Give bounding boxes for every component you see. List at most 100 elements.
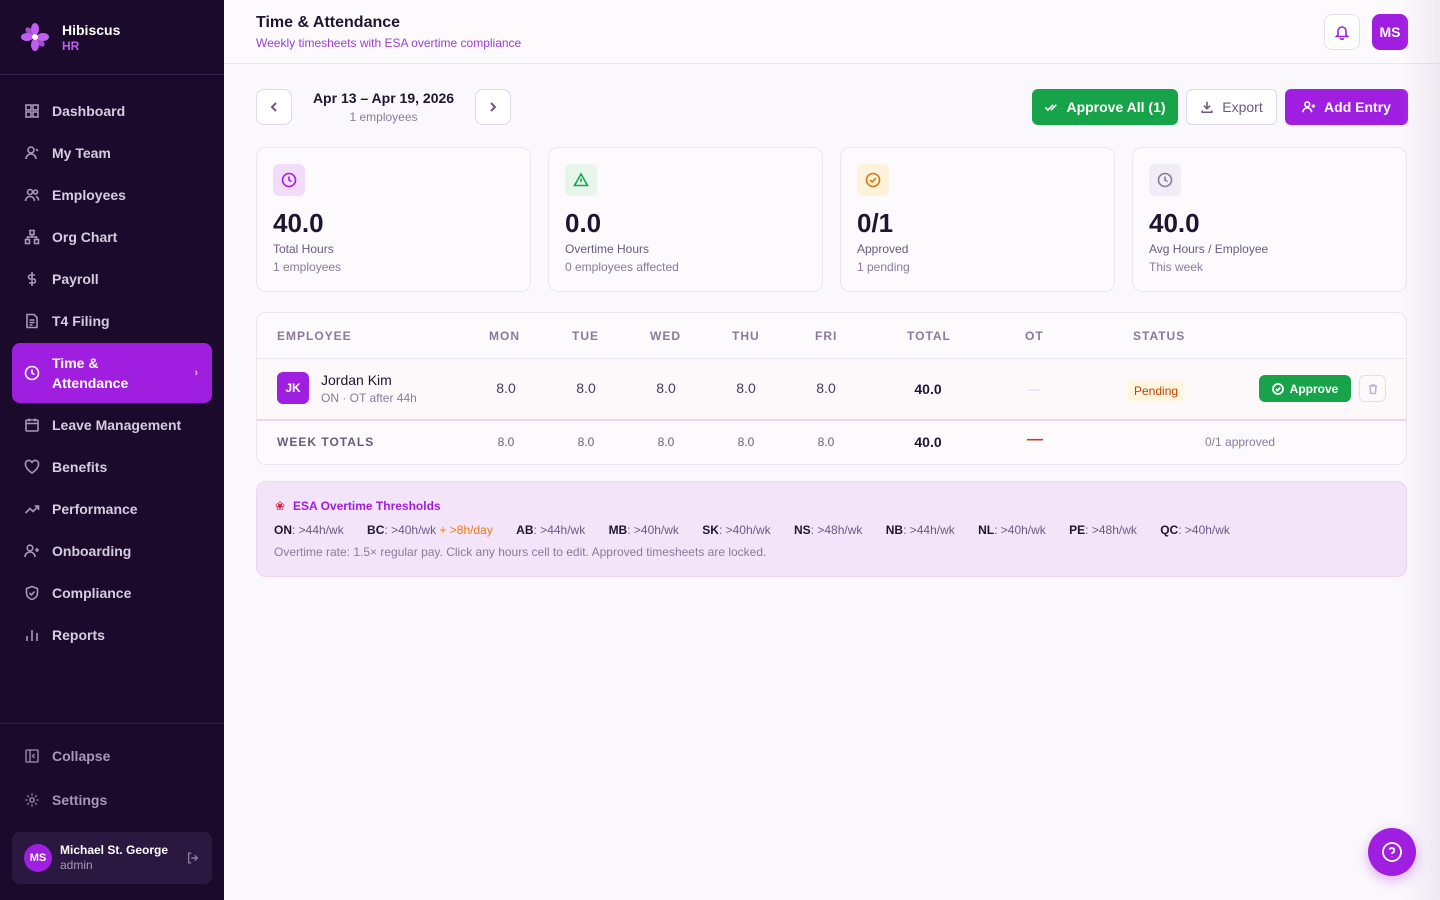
week-range: Apr 13 – Apr 19, 2026 (312, 90, 455, 106)
sidebar-item-dashboard[interactable]: Dashboard (12, 90, 212, 132)
sidebar-item-label: Compliance (52, 585, 132, 601)
sidebar-item-reports[interactable]: Reports (12, 614, 212, 656)
column-header: MON (489, 329, 520, 343)
status-badge: Pending (1128, 381, 1185, 401)
column-header: FRI (815, 329, 838, 343)
check-circle-icon (1271, 382, 1284, 395)
hours-cell-mon[interactable]: 8.0 (476, 380, 536, 396)
employee-name[interactable]: Jordan Kim (321, 372, 392, 388)
row-total: 40.0 (914, 381, 942, 397)
avatar[interactable]: MS (1372, 14, 1408, 50)
trending-icon (24, 505, 40, 514)
help-button[interactable] (1368, 828, 1416, 876)
approve-label: Approve (1289, 381, 1339, 396)
column-header: WED (650, 329, 681, 343)
sidebar-item-payroll[interactable]: Payroll (12, 258, 212, 300)
brand[interactable]: Hibiscus HR (0, 0, 224, 75)
brand-name: Hibiscus (62, 21, 121, 38)
bar-chart-icon (26, 630, 38, 641)
export-button[interactable]: Export (1186, 89, 1277, 125)
province-code: ON (274, 523, 292, 537)
logout-icon[interactable] (186, 851, 200, 865)
prev-week-button[interactable] (256, 89, 292, 125)
employee-province: ON · OT after 44h (321, 391, 417, 405)
approved-count: 0/1 approved (1205, 435, 1276, 449)
maple-leaf-icon: ❀ (275, 499, 286, 513)
total-thu: 8.0 (737, 435, 755, 449)
stat-icon-box (565, 164, 597, 196)
gear-icon (25, 793, 39, 807)
province-rule: >40h/wk (1184, 523, 1230, 537)
sidebar-item-time-attendance[interactable]: Time & Attendance › (12, 343, 212, 403)
province-threshold: NB: >44h/wk (885, 523, 955, 537)
sidebar-item-onboarding[interactable]: Onboarding (12, 530, 212, 572)
collapse-button[interactable]: Collapse (12, 734, 212, 778)
total-fri: 8.0 (817, 435, 835, 449)
divider (257, 419, 1406, 421)
stat-label: Overtime Hours (565, 242, 650, 256)
province-threshold: PE: >48h/wk (1069, 523, 1137, 537)
esa-note: Overtime rate: 1.5× regular pay. Click a… (274, 545, 767, 559)
heart-icon (24, 459, 40, 474)
sidebar-item-compliance[interactable]: Compliance (12, 572, 212, 614)
week-employee-count: 1 employees (349, 110, 418, 124)
stat-label: Avg Hours / Employee (1149, 242, 1269, 256)
week-overtime-total: — (1027, 431, 1043, 448)
sidebar-item-benefits[interactable]: Benefits (12, 446, 212, 488)
stat-card-avg-hours: 40.0 Avg Hours / Employee This week (1132, 147, 1407, 292)
trash-icon (1368, 383, 1377, 394)
sidebar-item-performance[interactable]: Performance (12, 488, 212, 530)
sidebar-item-label: T4 Filing (52, 313, 110, 329)
settings-button[interactable]: Settings (12, 778, 212, 822)
avatar: JK (277, 372, 309, 404)
column-header: STATUS (1133, 329, 1186, 343)
chevron-right-icon (490, 102, 497, 112)
sidebar-item-employees[interactable]: Employees (12, 174, 212, 216)
alert-triangle-icon (573, 172, 589, 187)
sidebar-item-leave-management[interactable]: Leave Management (12, 404, 212, 446)
province-threshold: NS: >48h/wk (794, 523, 863, 537)
stat-sub: 0 employees affected (565, 260, 679, 274)
province-code: NL (978, 523, 995, 537)
collapse-label: Collapse (52, 748, 111, 764)
sidebar-item-my-team[interactable]: My Team (12, 132, 212, 174)
week-totals-label: WEEK TOTALS (277, 435, 375, 449)
sidebar-item-org-chart[interactable]: Org Chart (12, 216, 212, 258)
dollar-icon (27, 272, 37, 286)
stat-icon-box (857, 164, 889, 196)
province-rule: >48h/wk (1091, 523, 1137, 537)
approve-all-button[interactable]: Approve All (1) (1032, 89, 1178, 125)
next-week-button[interactable] (475, 89, 511, 125)
province-rule: >40h/wk (633, 523, 679, 537)
sidebar-item-label: Org Chart (52, 229, 118, 245)
column-header: TOTAL (907, 329, 951, 343)
notifications-button[interactable] (1324, 14, 1360, 50)
user-role: admin (60, 858, 93, 872)
total-wed: 8.0 (657, 435, 675, 449)
province-code: PE (1069, 523, 1086, 537)
province-threshold: SK: >40h/wk (702, 523, 771, 537)
sidebar-item-label: Benefits (52, 459, 108, 475)
column-header: TUE (572, 329, 599, 343)
add-entry-button[interactable]: Add Entry (1285, 89, 1408, 125)
delete-button[interactable] (1359, 375, 1386, 402)
province-threshold: MB: >40h/wk (608, 523, 679, 537)
sidebar: Hibiscus HR Dashboard My Team Employees … (0, 0, 224, 900)
total-mon: 8.0 (497, 435, 515, 449)
collapse-icon (25, 749, 39, 763)
sidebar-item-label: Onboarding (52, 543, 132, 559)
approve-button[interactable]: Approve (1259, 375, 1351, 402)
hours-cell-fri[interactable]: 8.0 (796, 380, 856, 396)
column-header: THU (732, 329, 760, 343)
calendar-icon (25, 418, 39, 432)
bell-icon (1334, 26, 1350, 40)
help-circle-icon (1382, 842, 1402, 862)
user-card[interactable]: MS Michael St. George admin (12, 832, 212, 884)
province-rule: >40h/wk (725, 523, 771, 537)
hours-cell-wed[interactable]: 8.0 (636, 380, 696, 396)
users-icon (24, 188, 40, 202)
sidebar-item-t4-filing[interactable]: T4 Filing (12, 300, 212, 342)
province-threshold: NL: >40h/wk (978, 523, 1046, 537)
hours-cell-tue[interactable]: 8.0 (556, 380, 616, 396)
hours-cell-thu[interactable]: 8.0 (716, 380, 776, 396)
